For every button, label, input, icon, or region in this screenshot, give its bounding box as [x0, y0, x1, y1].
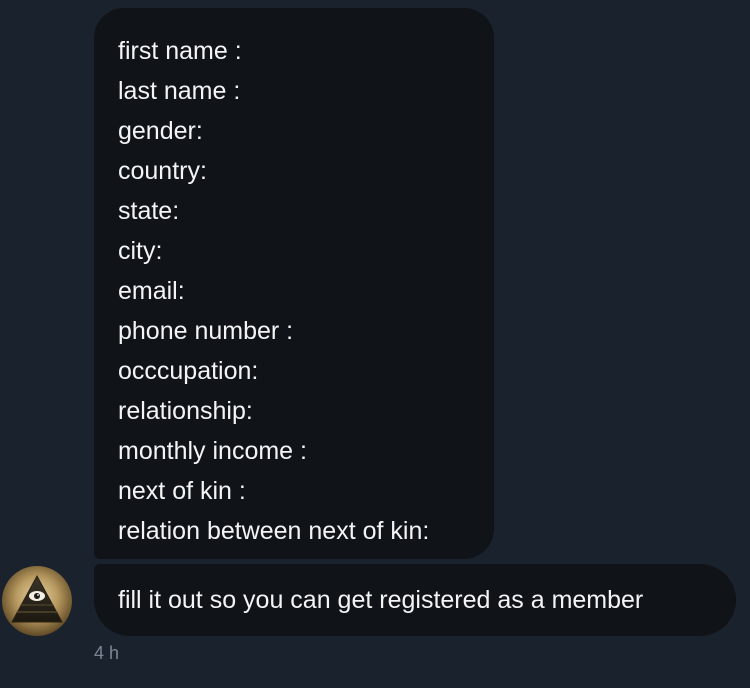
form-line-city: city:	[118, 237, 163, 265]
form-line-gender: gender:	[118, 117, 203, 145]
form-line-state: state:	[118, 197, 180, 225]
form-line-relation-next-of-kin: relation between next of kin:	[118, 517, 430, 545]
form-line-occupation: occcupation:	[118, 357, 259, 385]
form-line-last-name: last name :	[118, 77, 241, 105]
form-line-country: country:	[118, 157, 207, 185]
form-line-first-name: first name :	[118, 37, 242, 65]
chat-thread: first name : last name : gender: country…	[0, 0, 750, 688]
form-message-bubble[interactable]: first name : last name : gender: country…	[94, 8, 494, 559]
sender-avatar[interactable]	[2, 566, 72, 636]
text-message-bubble[interactable]: fill it out so you can get registered as…	[94, 564, 736, 636]
form-line-email: email:	[118, 277, 185, 305]
message-text: fill it out so you can get registered as…	[118, 585, 644, 614]
illuminati-pyramid-eye-icon	[11, 574, 63, 623]
form-line-relationship: relationship:	[118, 397, 253, 425]
form-line-phone-number: phone number :	[118, 317, 294, 345]
message-timestamp: 4 h	[94, 643, 120, 663]
form-line-next-of-kin: next of kin :	[118, 477, 246, 505]
form-line-monthly-income: monthly income :	[118, 437, 307, 465]
